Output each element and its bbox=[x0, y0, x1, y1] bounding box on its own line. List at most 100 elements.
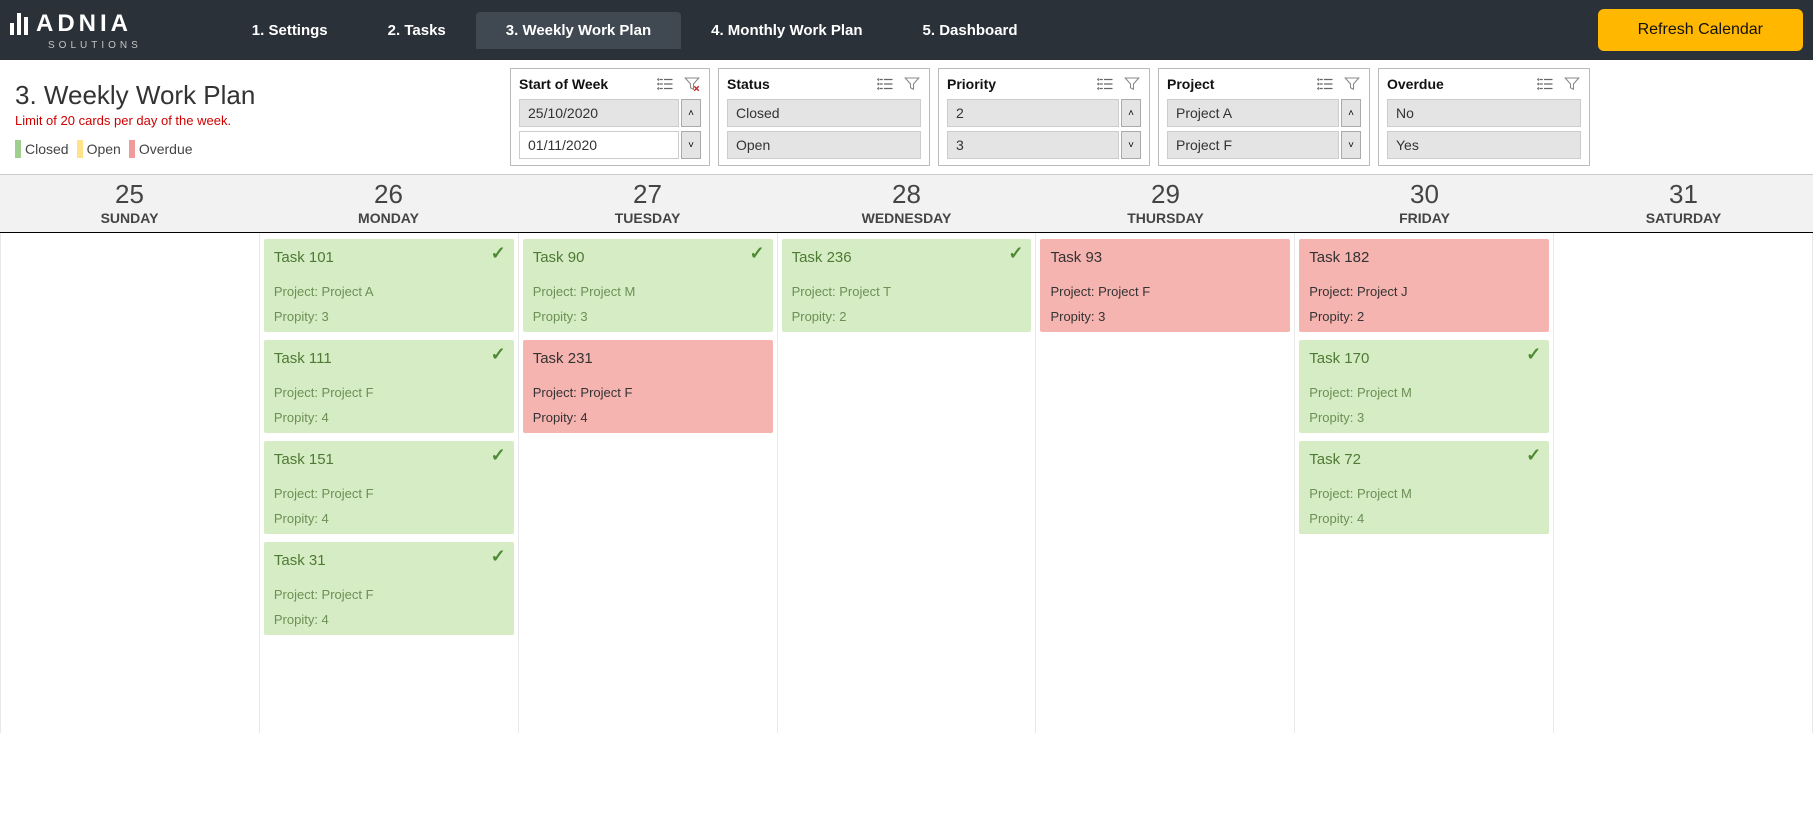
task-card[interactable]: ✓Task 236Project: Project TPropity: 2 bbox=[782, 239, 1032, 332]
task-card-project: Project: Project F bbox=[274, 486, 504, 501]
filter-status-value-1[interactable]: Closed bbox=[727, 99, 921, 127]
filter-project-value-1[interactable]: Project A bbox=[1167, 99, 1339, 127]
day-header-friday: 30FRIDAY bbox=[1295, 175, 1554, 232]
task-card[interactable]: ✓Task 170Project: Project MPropity: 3 bbox=[1299, 340, 1549, 433]
filter-overdue: Overdue No Yes bbox=[1378, 68, 1590, 166]
spinner-up-button[interactable]: ˄ bbox=[1341, 99, 1361, 127]
task-card[interactable]: ✓Task 151Project: Project FPropity: 4 bbox=[264, 441, 514, 534]
task-card-project: Project: Project J bbox=[1309, 284, 1539, 299]
filter-status: Status Closed Open bbox=[718, 68, 930, 166]
col-friday: Task 182Project: Project JPropity: 2✓Tas… bbox=[1295, 233, 1554, 733]
multi-select-icon[interactable] bbox=[877, 75, 895, 93]
col-thursday: Task 93 Project: Project F Propity: 3 bbox=[1036, 233, 1295, 733]
day-name: SATURDAY bbox=[1554, 210, 1813, 226]
legend: Closed Open Overdue bbox=[15, 140, 510, 158]
filter-priority-value-2[interactable]: 3 bbox=[947, 131, 1119, 159]
refresh-calendar-button[interactable]: Refresh Calendar bbox=[1598, 9, 1803, 51]
task-card-title: Task 111 bbox=[274, 350, 504, 367]
task-card-title: Task 151 bbox=[274, 451, 504, 468]
task-card-title: Task 93 bbox=[1050, 249, 1280, 266]
overdue-chip-icon bbox=[129, 140, 135, 158]
nav-tasks[interactable]: 2. Tasks bbox=[358, 12, 476, 49]
task-card-priority: Propity: 3 bbox=[1050, 309, 1280, 324]
task-card-title: Task 72 bbox=[1309, 451, 1539, 468]
day-header-saturday: 31SATURDAY bbox=[1554, 175, 1813, 232]
check-icon: ✓ bbox=[491, 546, 506, 567]
day-header-sunday: 25SUNDAY bbox=[0, 175, 259, 232]
task-card-project: Project: Project F bbox=[533, 385, 763, 400]
nav-dashboard[interactable]: 5. Dashboard bbox=[893, 12, 1048, 49]
brand-logo: ADNIA SOLUTIONS bbox=[10, 10, 222, 51]
task-card[interactable]: Task 93 Project: Project F Propity: 3 bbox=[1040, 239, 1290, 332]
task-card[interactable]: ✓Task 72Project: Project MPropity: 4 bbox=[1299, 441, 1549, 534]
task-card-title: Task 231 bbox=[533, 350, 763, 367]
day-num: 30 bbox=[1295, 179, 1554, 210]
task-card-project: Project: Project M bbox=[1309, 486, 1539, 501]
calendar-body: ✓Task 101Project: Project APropity: 3✓Ta… bbox=[0, 233, 1813, 733]
filter-project-value-2[interactable]: Project F bbox=[1167, 131, 1339, 159]
check-icon: ✓ bbox=[1008, 243, 1023, 264]
multi-select-icon[interactable] bbox=[657, 75, 675, 93]
task-card[interactable]: ✓Task 101Project: Project APropity: 3 bbox=[264, 239, 514, 332]
task-card-title: Task 170 bbox=[1309, 350, 1539, 367]
title-area: 3. Weekly Work Plan Limit of 20 cards pe… bbox=[0, 60, 510, 168]
filter-status-value-2[interactable]: Open bbox=[727, 131, 921, 159]
filter-start-value-1[interactable]: 25/10/2020 bbox=[519, 99, 679, 127]
filter-overdue-label: Overdue bbox=[1387, 76, 1444, 92]
col-monday: ✓Task 101Project: Project APropity: 3✓Ta… bbox=[260, 233, 519, 733]
clear-filter-icon[interactable] bbox=[683, 75, 701, 93]
task-card-project: Project: Project M bbox=[1309, 385, 1539, 400]
day-name: SUNDAY bbox=[0, 210, 259, 226]
task-card[interactable]: ✓Task 90Project: Project MPropity: 3 bbox=[523, 239, 773, 332]
day-header-monday: 26MONDAY bbox=[259, 175, 518, 232]
filter-project-label: Project bbox=[1167, 76, 1214, 92]
filter-overdue-value-1[interactable]: No bbox=[1387, 99, 1581, 127]
nav-monthly-work-plan[interactable]: 4. Monthly Work Plan bbox=[681, 12, 892, 49]
filter-start-value-2[interactable]: 01/11/2020 bbox=[519, 131, 679, 159]
top-section: 3. Weekly Work Plan Limit of 20 cards pe… bbox=[0, 60, 1813, 174]
task-card[interactable]: Task 182Project: Project JPropity: 2 bbox=[1299, 239, 1549, 332]
page-title: 3. Weekly Work Plan bbox=[15, 80, 510, 111]
filter-icon[interactable] bbox=[903, 75, 921, 93]
day-num: 29 bbox=[1036, 179, 1295, 210]
filter-status-label: Status bbox=[727, 76, 770, 92]
task-card-title: Task 236 bbox=[792, 249, 1022, 266]
nav-weekly-work-plan[interactable]: 3. Weekly Work Plan bbox=[476, 12, 681, 49]
legend-overdue: Overdue bbox=[129, 140, 193, 158]
day-num: 25 bbox=[0, 179, 259, 210]
col-sunday bbox=[0, 233, 260, 733]
filter-icon[interactable] bbox=[1123, 75, 1141, 93]
day-name: THURSDAY bbox=[1036, 210, 1295, 226]
filter-overdue-value-2[interactable]: Yes bbox=[1387, 131, 1581, 159]
task-card-project: Project: Project F bbox=[1050, 284, 1280, 299]
task-card[interactable]: ✓Task 111Project: Project FPropity: 4 bbox=[264, 340, 514, 433]
multi-select-icon[interactable] bbox=[1317, 75, 1335, 93]
day-header-tuesday: 27TUESDAY bbox=[518, 175, 777, 232]
task-card-project: Project: Project A bbox=[274, 284, 504, 299]
task-card-priority: Propity: 3 bbox=[1309, 410, 1539, 425]
filters: Start of Week 25/10/2020 ˄ 01/11/2020 ˅ … bbox=[510, 60, 1813, 174]
closed-chip-icon bbox=[15, 140, 21, 158]
spinner-down-button[interactable]: ˅ bbox=[1121, 131, 1141, 159]
spinner-up-button[interactable]: ˄ bbox=[681, 99, 701, 127]
nav-settings[interactable]: 1. Settings bbox=[222, 12, 358, 49]
task-card-priority: Propity: 2 bbox=[1309, 309, 1539, 324]
day-num: 31 bbox=[1554, 179, 1813, 210]
day-num: 26 bbox=[259, 179, 518, 210]
spinner-down-button[interactable]: ˅ bbox=[681, 131, 701, 159]
filter-priority-value-1[interactable]: 2 bbox=[947, 99, 1119, 127]
multi-select-icon[interactable] bbox=[1537, 75, 1555, 93]
filter-icon[interactable] bbox=[1343, 75, 1361, 93]
task-card[interactable]: ✓Task 31Project: Project FPropity: 4 bbox=[264, 542, 514, 635]
day-header-wednesday: 28WEDNESDAY bbox=[777, 175, 1036, 232]
day-num: 28 bbox=[777, 179, 1036, 210]
multi-select-icon[interactable] bbox=[1097, 75, 1115, 93]
filter-start-of-week: Start of Week 25/10/2020 ˄ 01/11/2020 ˅ bbox=[510, 68, 710, 166]
task-card[interactable]: Task 231Project: Project FPropity: 4 bbox=[523, 340, 773, 433]
task-card-priority: Propity: 4 bbox=[274, 612, 504, 627]
task-card-priority: Propity: 4 bbox=[274, 410, 504, 425]
filter-priority-label: Priority bbox=[947, 76, 996, 92]
spinner-up-button[interactable]: ˄ bbox=[1121, 99, 1141, 127]
spinner-down-button[interactable]: ˅ bbox=[1341, 131, 1361, 159]
filter-icon[interactable] bbox=[1563, 75, 1581, 93]
